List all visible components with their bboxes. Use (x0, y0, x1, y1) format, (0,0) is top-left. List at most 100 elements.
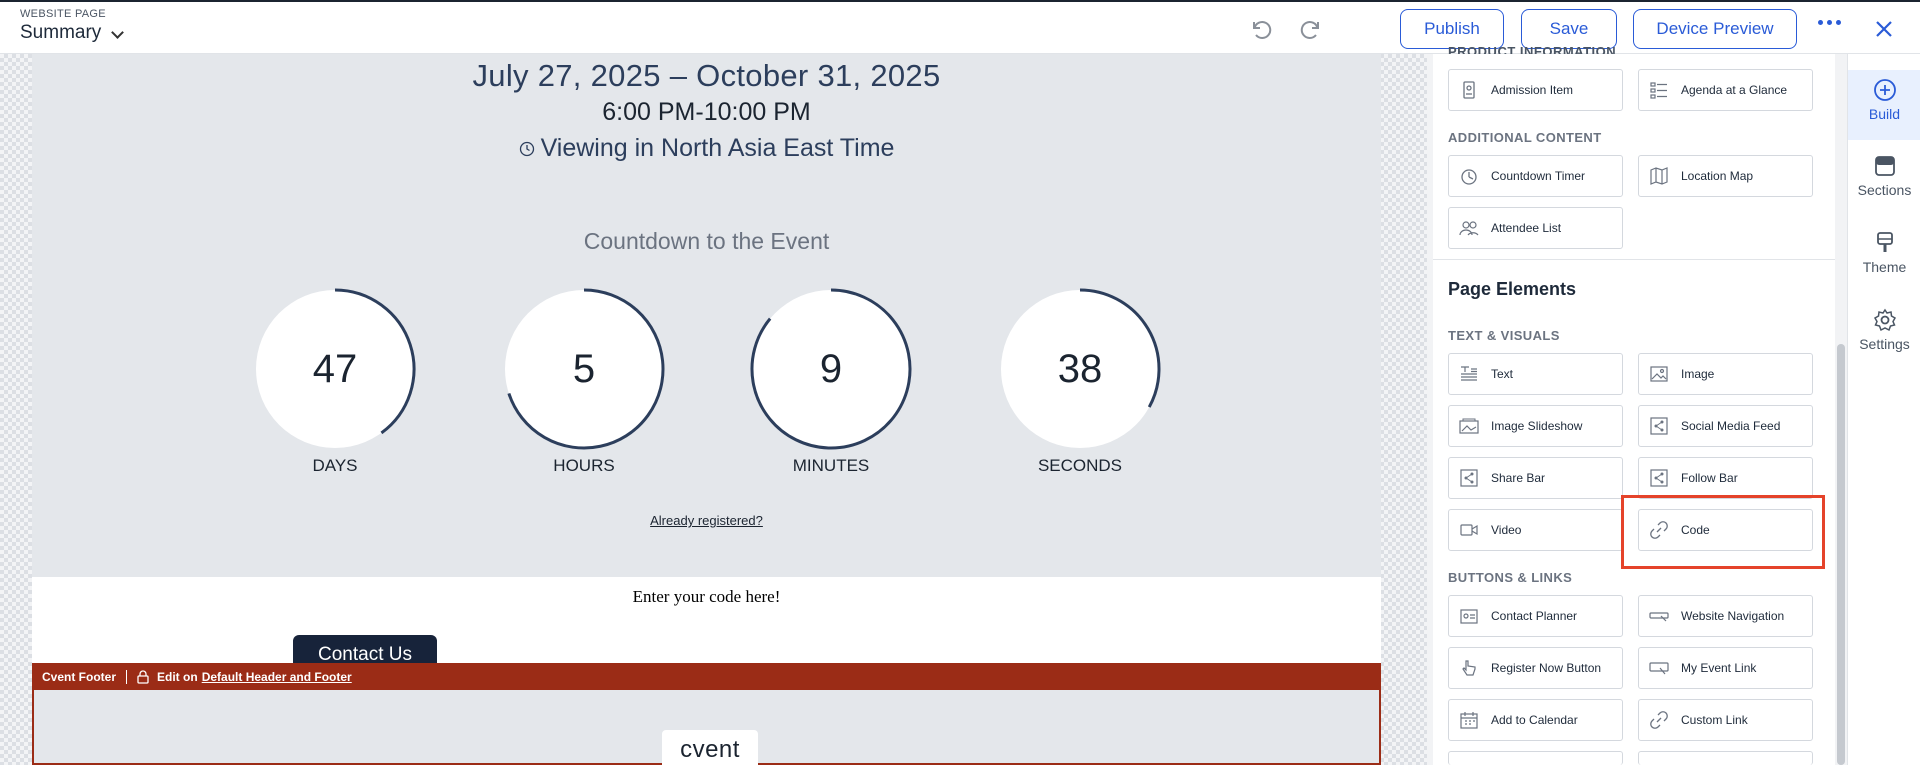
admission-icon (1463, 81, 1475, 99)
default-header-footer-link[interactable]: Default Header and Footer (202, 670, 352, 684)
section-heading-additional: ADDITIONAL CONTENT (1448, 130, 1602, 145)
tile-image-slideshow[interactable]: Image Slideshow (1448, 405, 1623, 447)
tile-label: Countdown Timer (1491, 169, 1586, 183)
tile-label: Admission Item (1491, 83, 1574, 97)
tile-label: Contact Planner (1491, 609, 1578, 623)
countdown-label: DAYS (312, 456, 358, 475)
tile-partial[interactable] (1638, 751, 1813, 765)
video-icon (1460, 524, 1478, 536)
redo-icon[interactable] (1299, 16, 1325, 42)
page-name: Summary (20, 22, 102, 43)
section-heading-buttons-links: BUTTONS & LINKS (1448, 570, 1573, 585)
event-dates: July 27, 2025 – October 31, 2025 (472, 58, 941, 93)
footer-edit-on: Edit on (157, 669, 198, 684)
tile-social-media-feed[interactable]: Social Media Feed (1638, 405, 1813, 447)
tile-agenda-at-a-glance[interactable]: Agenda at a Glance (1638, 69, 1813, 111)
follow-icon (1650, 469, 1668, 487)
clock-icon (519, 141, 534, 156)
image-icon (1650, 366, 1668, 382)
pointer-icon (1462, 660, 1476, 676)
section-heading-text-visuals: TEXT & VISUALS (1448, 328, 1560, 343)
map-icon (1650, 167, 1668, 185)
already-registered-link[interactable]: Already registered? (32, 513, 1381, 528)
rail-build[interactable]: Build (1848, 70, 1920, 140)
countdown-seconds: 38 (999, 288, 1161, 450)
tile-admission-item[interactable]: Admission Item (1448, 69, 1623, 111)
device-preview-button[interactable]: Device Preview (1633, 9, 1797, 49)
tile-share-bar[interactable]: Share Bar (1448, 457, 1623, 499)
theme-icon (1876, 232, 1893, 252)
tile-register-now-button[interactable]: Register Now Button (1448, 647, 1623, 689)
top-bar: WEBSITE PAGE Summary Publish Save Device… (0, 0, 1920, 54)
countdown-minutes: 9 (750, 288, 912, 450)
tile-label: Register Now Button (1491, 661, 1602, 675)
publish-button[interactable]: Publish (1400, 9, 1504, 49)
tile-label: Image Slideshow (1491, 419, 1583, 433)
tile-label: My Event Link (1681, 661, 1757, 675)
cvent-logo: cvent (662, 730, 758, 765)
tile-website-navigation[interactable]: Website Navigation (1638, 595, 1813, 637)
rail-theme[interactable]: Theme (1848, 231, 1920, 275)
tile-label: Custom Link (1681, 713, 1748, 727)
countdown-value: 9 (819, 346, 843, 391)
countdown-value: 38 (1057, 346, 1103, 391)
editor-canvas: July 27, 2025 – October 31, 2025 6:00 PM… (0, 54, 1427, 765)
text-icon (1461, 366, 1477, 381)
tile-custom-link[interactable]: Custom Link (1638, 699, 1813, 741)
rail-label: Build (1868, 106, 1901, 122)
tile-label: Video (1491, 523, 1522, 537)
tile-contact-planner[interactable]: Contact Planner (1448, 595, 1623, 637)
code-block-text[interactable]: Enter your code here! (32, 587, 1381, 607)
footer-edit-bar: Cvent Footer Edit on Default Header and … (32, 663, 1381, 690)
code-tile-highlight (1621, 495, 1825, 569)
tile-countdown-timer[interactable]: Countdown Timer (1448, 155, 1623, 197)
tile-label: Image (1681, 367, 1715, 381)
navigation-icon (1649, 612, 1669, 622)
footer-area: cvent (32, 690, 1381, 765)
tile-follow-bar[interactable]: Follow Bar (1638, 457, 1813, 499)
tile-attendee-list[interactable]: Attendee List (1448, 207, 1623, 249)
event-times: 6:00 PM-10:00 PM (602, 98, 811, 126)
section-heading-product: PRODUCT INFORMATION (1448, 44, 1617, 54)
countdown-days: 47 (254, 288, 416, 450)
close-icon[interactable] (1872, 17, 1896, 41)
page-type-label: WEBSITE PAGE (20, 8, 106, 20)
save-button[interactable]: Save (1521, 9, 1617, 49)
tile-label: Text (1491, 367, 1514, 381)
countdown-value: 5 (572, 346, 596, 391)
countdown-value: 47 (312, 346, 358, 391)
contact-icon (1460, 609, 1478, 624)
rail-sections[interactable]: Sections (1848, 154, 1920, 198)
rail-settings[interactable]: Settings (1848, 308, 1920, 352)
gear-icon (1873, 308, 1896, 332)
panel-scrollbar[interactable] (1835, 54, 1847, 765)
tile-label: Attendee List (1491, 221, 1562, 235)
panel-divider (1433, 259, 1835, 260)
countdown-label: HOURS (553, 456, 615, 475)
countdown-label: SECONDS (1037, 456, 1123, 475)
chevron-down-icon (111, 25, 125, 39)
page-selector[interactable]: Summary (20, 22, 125, 44)
tile-partial[interactable] (1448, 751, 1623, 765)
undo-icon[interactable] (1247, 16, 1273, 42)
share-icon (1460, 469, 1478, 487)
tile-video[interactable]: Video (1448, 509, 1623, 551)
agenda-icon (1650, 82, 1667, 99)
panel-left-scrollbar[interactable] (1427, 54, 1433, 765)
tile-label: Share Bar (1491, 471, 1546, 485)
rail-label: Settings (1859, 336, 1910, 352)
tile-my-event-link[interactable]: My Event Link (1638, 647, 1813, 689)
tile-location-map[interactable]: Location Map (1638, 155, 1813, 197)
tile-label: Add to Calendar (1491, 713, 1578, 727)
tile-text[interactable]: Text (1448, 353, 1623, 395)
page-elements-heading: Page Elements (1448, 279, 1577, 299)
rail-label: Sections (1857, 182, 1912, 198)
attendees-icon (1459, 221, 1479, 236)
tile-label: Follow Bar (1681, 471, 1738, 485)
tile-add-to-calendar[interactable]: Add to Calendar (1448, 699, 1623, 741)
footer-name: Cvent Footer (42, 669, 117, 684)
tile-image[interactable]: Image (1638, 353, 1813, 395)
social-feed-icon (1650, 417, 1668, 435)
rail-label: Theme (1862, 259, 1907, 275)
more-options-icon[interactable] (1818, 20, 1841, 25)
